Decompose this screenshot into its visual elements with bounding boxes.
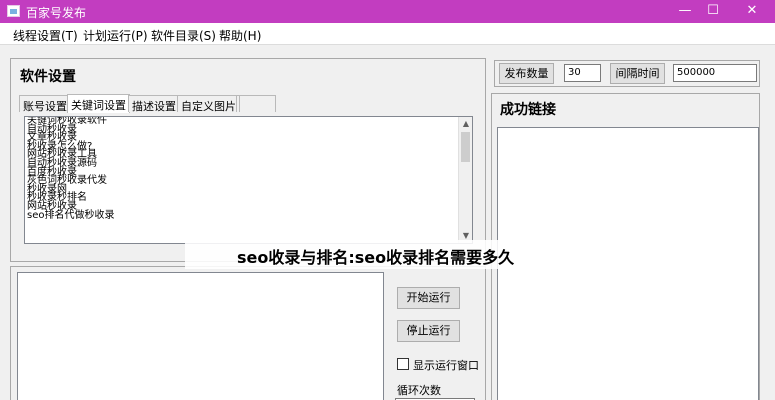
tab-description-settings[interactable]: 描述设置 [128,95,180,113]
menu-help[interactable]: 帮助(H) [219,27,261,44]
app-icon [7,5,20,17]
start-button[interactable]: 开始运行 [397,287,460,309]
menu-bar: 线程设置(T) 计划运行(P) 软件目录(S) 帮助(H) [0,23,775,45]
list-item: 秒收录秒排名 [27,192,87,204]
tab-custom-images[interactable]: 自定义图片 [177,95,240,113]
interval-input[interactable]: 500000 [673,64,757,82]
settings-panel-title: 软件设置 [20,69,76,85]
list-item: 灰色词秒收录代发 [27,175,107,187]
keyword-list-scrollbar[interactable]: ▲ ▼ [458,117,472,243]
show-window-checkbox[interactable] [397,358,409,370]
loop-count-label: 循环次数 [397,384,441,397]
list-item: 自动秒收录 [27,123,77,135]
menu-software-directory[interactable]: 软件目录(S) [151,27,216,44]
close-button[interactable]: ✕ [734,0,770,23]
menu-scheduled-run[interactable]: 计划运行(P) [83,27,148,44]
result-panel-title: 成功链接 [500,102,556,118]
maximize-button[interactable]: ☐ [695,0,731,23]
publish-count-button[interactable]: 发布数量 [499,63,554,84]
tab-account-settings[interactable]: 账号设置 [19,95,71,113]
publish-count-input[interactable]: 30 [564,64,601,82]
scroll-thumb[interactable] [461,132,470,162]
tab-keyword-settings[interactable]: 关键词设置 [67,94,130,113]
list-item: 自动秒收录源码 [27,157,97,169]
window-scrollbar[interactable] [760,60,775,400]
title-bar: 百家号发布 — ☐ ✕ [0,0,775,23]
tab-strip-filler [236,95,276,112]
show-window-label: 显示运行窗口 [413,359,479,372]
run-log[interactable] [17,272,384,400]
list-item: 关键词秒收录软件 [27,116,107,126]
scroll-up-icon[interactable]: ▲ [459,117,472,131]
watermark-text: seo收录与排名:seo收录排名需要多久 [237,248,515,267]
window-title: 百家号发布 [26,6,87,20]
interval-button[interactable]: 间隔时间 [610,63,665,84]
list-item: seo排名代做秒收录 [27,209,115,221]
keyword-list[interactable]: 关键词秒收录软件 自动秒收录 文章秒收录 秒收录怎么做? 网站秒收录工具 自动秒… [24,116,473,244]
list-item: 文章秒收录 [27,132,77,144]
list-item: 秒收录网 [27,183,67,195]
success-links-list[interactable] [497,127,759,400]
stop-button[interactable]: 停止运行 [397,320,460,342]
menu-thread-settings[interactable]: 线程设置(T) [13,27,78,44]
